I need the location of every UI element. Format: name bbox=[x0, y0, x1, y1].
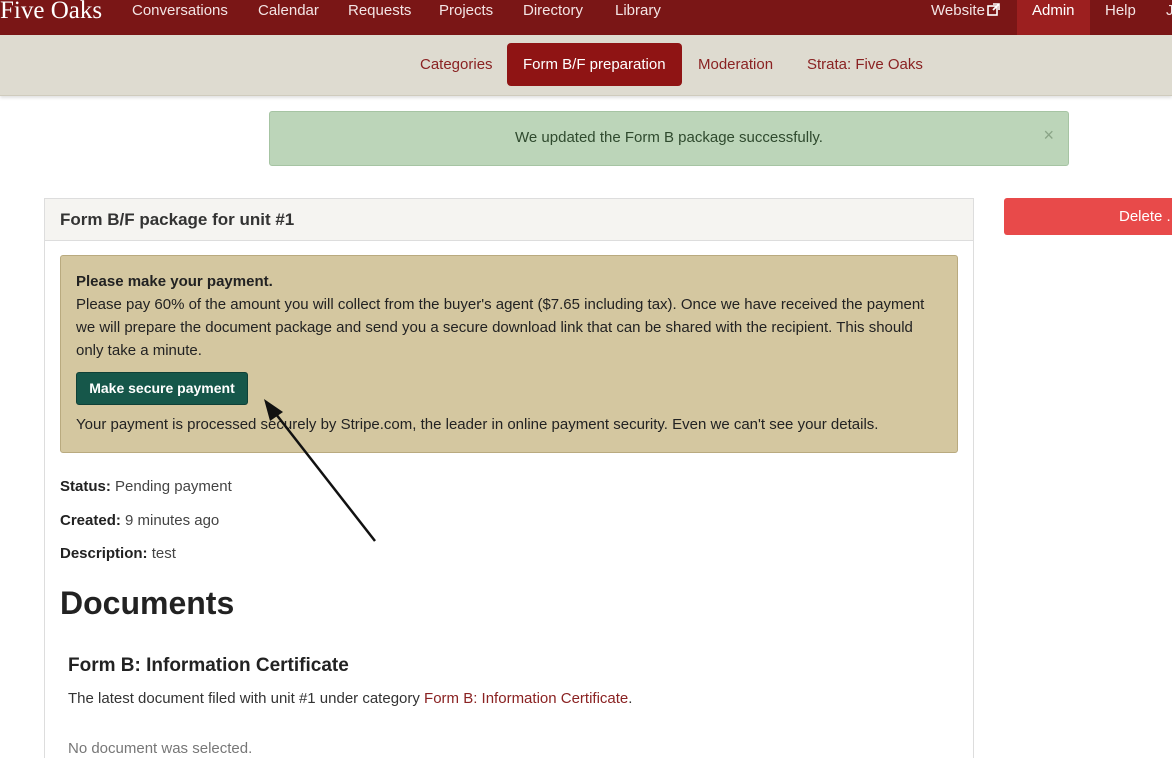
nav-website[interactable]: Website bbox=[931, 0, 1000, 35]
status-label: Status: bbox=[60, 478, 111, 495]
subnav-categories[interactable]: Categories bbox=[404, 43, 509, 86]
admin-subnav: Categories Form B/F preparation Moderati… bbox=[0, 35, 1172, 96]
close-icon[interactable]: × bbox=[1043, 126, 1054, 144]
nav-projects[interactable]: Projects bbox=[439, 0, 493, 35]
nav-user-menu[interactable]: J bbox=[1166, 0, 1172, 35]
description-value: test bbox=[151, 545, 176, 562]
subnav-strata[interactable]: Strata: Five Oaks bbox=[791, 43, 939, 86]
description-label: Description: bbox=[60, 545, 148, 562]
payment-note: Your payment is processed securely by St… bbox=[76, 416, 879, 433]
status-value: Pending payment bbox=[115, 478, 232, 495]
created-label: Created: bbox=[60, 512, 121, 529]
document-desc-prefix: The latest document filed with unit #1 u… bbox=[68, 690, 420, 707]
nav-conversations[interactable]: Conversations bbox=[132, 0, 228, 35]
payment-heading: Please make your payment. bbox=[76, 273, 273, 290]
nav-directory[interactable]: Directory bbox=[523, 0, 583, 35]
no-document-text: No document was selected. bbox=[68, 740, 253, 757]
external-link-icon bbox=[987, 1, 1000, 23]
package-panel: Form B/F package for unit #1 Please make… bbox=[44, 198, 974, 758]
description-line: Description: test bbox=[60, 545, 176, 562]
nav-help[interactable]: Help bbox=[1105, 0, 1136, 35]
nav-calendar[interactable]: Calendar bbox=[258, 0, 319, 35]
payment-body: Please pay 60% of the amount you will co… bbox=[76, 296, 925, 359]
make-payment-button[interactable]: Make secure payment bbox=[76, 372, 248, 405]
created-line: Created: 9 minutes ago bbox=[60, 512, 219, 529]
document-description: The latest document filed with unit #1 u… bbox=[68, 690, 632, 707]
success-alert: We updated the Form B package successful… bbox=[269, 111, 1069, 166]
panel-title: Form B/F package for unit #1 bbox=[45, 199, 973, 241]
nav-requests[interactable]: Requests bbox=[348, 0, 411, 35]
delete-button[interactable]: Delete ... bbox=[1004, 198, 1172, 235]
top-navbar: Five Oaks Conversations Calendar Request… bbox=[0, 0, 1172, 35]
documents-heading: Documents bbox=[60, 585, 235, 621]
subnav-form-bf-preparation[interactable]: Form B/F preparation bbox=[507, 43, 682, 86]
subnav-moderation[interactable]: Moderation bbox=[682, 43, 789, 86]
document-category-link[interactable]: Form B: Information Certificate bbox=[424, 690, 628, 707]
status-line: Status: Pending payment bbox=[60, 478, 232, 495]
alert-message: We updated the Form B package successful… bbox=[515, 129, 823, 146]
payment-notice: Please make your payment. Please pay 60%… bbox=[60, 255, 958, 453]
document-title: Form B: Information Certificate bbox=[68, 655, 349, 676]
nav-library[interactable]: Library bbox=[615, 0, 661, 35]
document-desc-suffix: . bbox=[628, 690, 633, 707]
brand-logo[interactable]: Five Oaks bbox=[0, 0, 102, 28]
nav-admin[interactable]: Admin bbox=[1017, 0, 1090, 35]
nav-website-label: Website bbox=[931, 2, 985, 19]
created-value: 9 minutes ago bbox=[125, 512, 220, 529]
